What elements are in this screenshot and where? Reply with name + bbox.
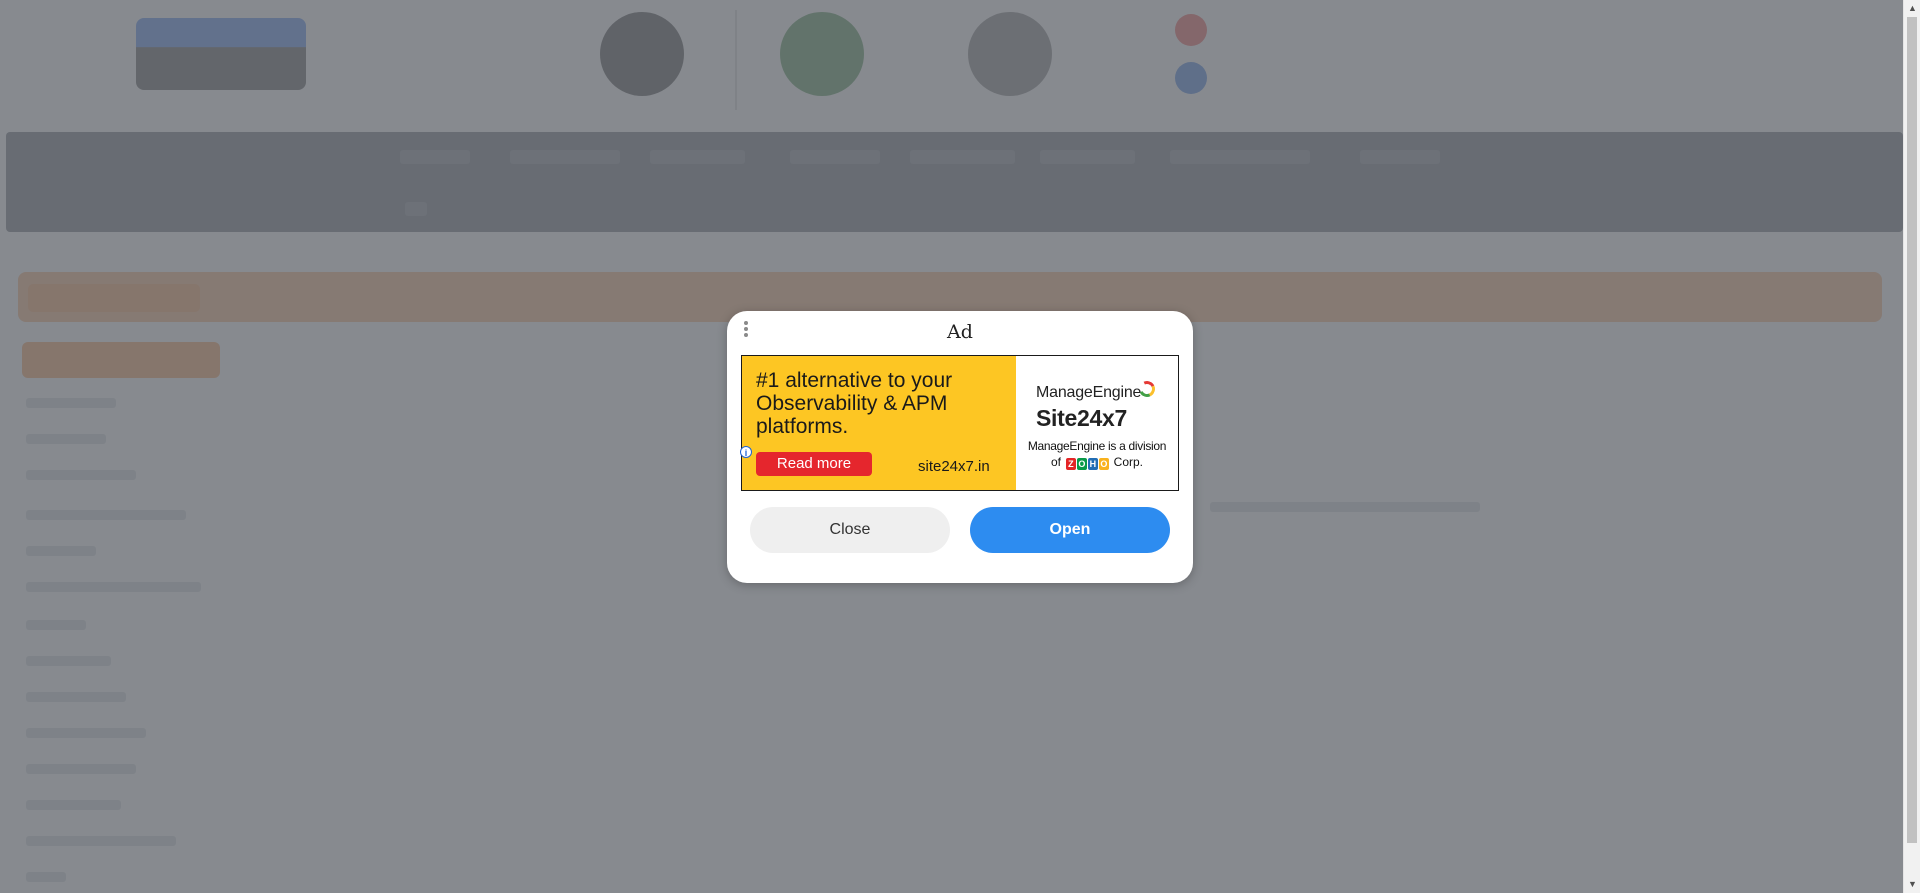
ad-division-text-line2: of ZOHO Corp. <box>1016 455 1178 470</box>
zoho-letter: Z <box>1065 457 1076 470</box>
ad-info-icon[interactable]: i <box>740 446 752 458</box>
vertical-scrollbar[interactable]: ▲ ▼ <box>1903 0 1920 893</box>
ad-division-text: ManageEngine is a division <box>1027 439 1167 453</box>
ad-brand-panel[interactable]: ManageEngine Site24x7 ManageEngine is a … <box>1016 356 1178 490</box>
ad-division-suffix: Corp. <box>1113 455 1144 469</box>
zoho-letter: O <box>1076 457 1087 470</box>
scroll-down-icon[interactable]: ▼ <box>1904 876 1920 893</box>
ad-product-name: Site24x7 <box>1036 405 1127 431</box>
ad-yellow-panel[interactable]: #1 alternative to your Observability & A… <box>742 356 1016 490</box>
ad-url: site24x7.in <box>918 458 990 475</box>
ad-headline: #1 alternative to your Observability & A… <box>756 369 953 438</box>
read-more-button[interactable]: Read more <box>756 452 872 476</box>
ad-division-prefix: of <box>1050 455 1061 469</box>
ad-brand-name: ManageEngine <box>1036 384 1142 401</box>
scroll-up-icon[interactable]: ▲ <box>1904 0 1920 17</box>
dialog-title: Ad <box>947 321 973 343</box>
ad-creative[interactable]: #1 alternative to your Observability & A… <box>741 355 1179 491</box>
open-button[interactable]: Open <box>970 507 1170 553</box>
scrollbar-thumb[interactable] <box>1907 17 1917 843</box>
zoho-logo-icon: ZOHO <box>1065 456 1109 470</box>
close-button[interactable]: Close <box>750 507 950 553</box>
zoho-letter: O <box>1098 457 1109 470</box>
ad-dialog: Ad #1 alternative to your Observability … <box>727 311 1193 583</box>
zoho-letter: H <box>1087 457 1098 470</box>
